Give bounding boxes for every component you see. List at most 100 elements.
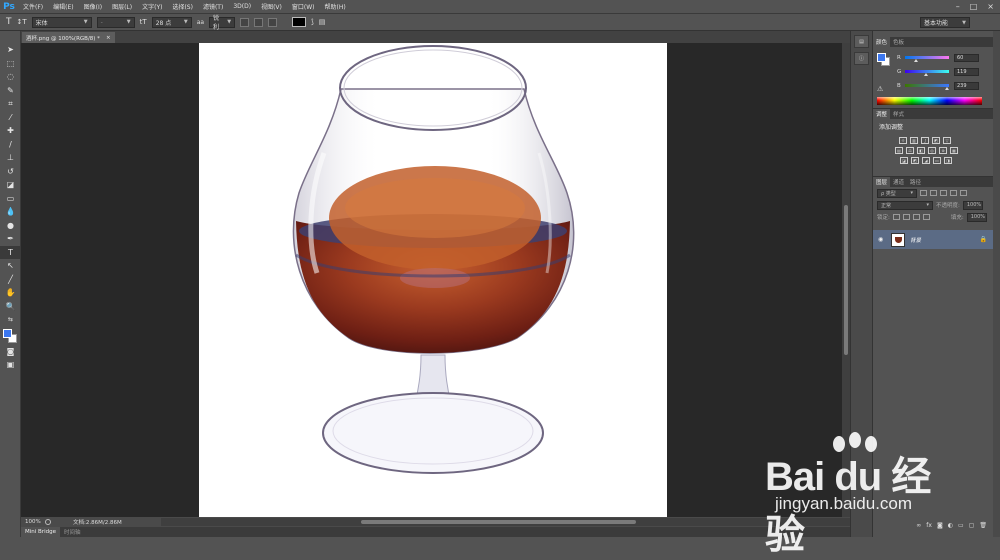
- menu-image[interactable]: 图像(I): [79, 2, 107, 11]
- font-style-select[interactable]: - ▼: [96, 16, 135, 28]
- canvas-area[interactable]: [21, 43, 842, 517]
- tab-styles[interactable]: 样式: [890, 109, 907, 119]
- color-balance-icon[interactable]: ⚖: [906, 147, 914, 154]
- minimize-button[interactable]: –: [956, 2, 960, 11]
- document-canvas[interactable]: [199, 43, 667, 517]
- crop-tool-icon[interactable]: ⌗: [0, 97, 21, 111]
- eraser-tool-icon[interactable]: ◪: [0, 178, 21, 192]
- color-lookup-icon[interactable]: ▦: [950, 147, 958, 154]
- blue-slider[interactable]: [905, 84, 949, 90]
- red-slider[interactable]: [905, 56, 949, 62]
- move-tool-icon[interactable]: ➤: [0, 43, 21, 57]
- type-tool-preset-icon[interactable]: T: [6, 17, 12, 27]
- photo-filter-icon[interactable]: ◎: [928, 147, 936, 154]
- dodge-tool-icon[interactable]: ●: [0, 219, 21, 233]
- blue-slider-knob[interactable]: [945, 87, 949, 90]
- type-tool-icon[interactable]: T: [0, 245, 21, 259]
- swap-colors-icon[interactable]: ⇆: [0, 313, 21, 327]
- healing-brush-tool-icon[interactable]: ✚: [0, 124, 21, 138]
- hue-saturation-icon[interactable]: ▤: [895, 147, 903, 154]
- workspace-select[interactable]: 基本功能 ▼: [920, 17, 970, 28]
- align-right-button[interactable]: [268, 17, 278, 27]
- filter-type-icon[interactable]: [940, 190, 947, 196]
- vibrance-icon[interactable]: ▽: [943, 137, 951, 144]
- filter-adjustment-icon[interactable]: [930, 190, 937, 196]
- align-center-button[interactable]: [254, 17, 264, 27]
- filter-smart-object-icon[interactable]: [960, 190, 967, 196]
- new-layer-icon[interactable]: ▢: [969, 522, 975, 532]
- green-slider-knob[interactable]: [924, 73, 928, 76]
- lock-all-icon[interactable]: [922, 214, 930, 220]
- menu-filter[interactable]: 滤镜(T): [198, 2, 228, 11]
- lock-image-icon[interactable]: [902, 214, 910, 220]
- menu-window[interactable]: 窗口(W): [287, 2, 320, 11]
- opacity-input[interactable]: 100%: [962, 200, 983, 210]
- tab-close-icon[interactable]: ×: [106, 35, 111, 41]
- menu-view[interactable]: 视图(V): [256, 2, 287, 11]
- warp-text-icon[interactable]: ⟆: [311, 18, 314, 26]
- character-panel-icon[interactable]: ▤: [319, 18, 326, 26]
- tab-color[interactable]: 颜色: [873, 37, 891, 47]
- properties-panel-icon[interactable]: ⓘ: [854, 52, 869, 65]
- exposure-icon[interactable]: ◩: [932, 137, 940, 144]
- horizontal-scroll-thumb[interactable]: [361, 520, 636, 524]
- menu-layer[interactable]: 图层(L): [107, 2, 137, 11]
- foreground-color-swatch[interactable]: [3, 328, 12, 338]
- layer-row-background[interactable]: ◉ 背景 🔒: [873, 230, 993, 249]
- layer-name[interactable]: 背景: [910, 236, 975, 244]
- brightness-contrast-icon[interactable]: ☼: [899, 137, 907, 144]
- layer-filter-select[interactable]: ρ 类型 ▾: [877, 188, 917, 198]
- delete-layer-icon[interactable]: 🗑: [979, 522, 987, 532]
- selective-color-icon[interactable]: ◨: [944, 157, 952, 164]
- gradient-map-icon[interactable]: ▭: [933, 157, 941, 164]
- history-panel-icon[interactable]: ▤: [854, 35, 869, 48]
- filter-shape-icon[interactable]: [950, 190, 957, 196]
- blur-tool-icon[interactable]: 💧: [0, 205, 21, 219]
- green-value-input[interactable]: 119: [954, 67, 979, 76]
- zoom-level[interactable]: 100%: [21, 519, 45, 525]
- close-button[interactable]: ×: [987, 2, 994, 11]
- posterize-icon[interactable]: ◩: [911, 157, 919, 164]
- blue-value-input[interactable]: 239: [954, 81, 979, 90]
- font-family-select[interactable]: 宋体 ▼: [31, 16, 92, 28]
- threshold-icon[interactable]: ◢: [922, 157, 930, 164]
- maximize-button[interactable]: □: [970, 2, 978, 11]
- font-size-select[interactable]: 28 点 ▼: [151, 16, 192, 28]
- menu-select[interactable]: 选择(S): [167, 2, 198, 11]
- channel-mixer-icon[interactable]: ⊛: [939, 147, 947, 154]
- curves-icon[interactable]: ∫: [921, 137, 929, 144]
- tab-layers[interactable]: 图层: [873, 177, 891, 187]
- menu-3d[interactable]: 3D(D): [228, 3, 256, 10]
- black-white-icon[interactable]: ◧: [917, 147, 925, 154]
- quick-select-tool-icon[interactable]: ✎: [0, 84, 21, 98]
- out-of-gamut-warning-icon[interactable]: ⚠: [877, 85, 883, 93]
- levels-icon[interactable]: ▥: [910, 137, 918, 144]
- tab-swatches[interactable]: 色板: [890, 37, 907, 47]
- menu-type[interactable]: 文字(Y): [137, 2, 167, 11]
- align-left-button[interactable]: [240, 17, 250, 27]
- document-tab[interactable]: 酒杯.png @ 100%(RGB/8) * ×: [22, 32, 115, 43]
- history-brush-tool-icon[interactable]: ↺: [0, 165, 21, 179]
- text-color-swatch[interactable]: [292, 17, 307, 27]
- color-spectrum-ramp[interactable]: [877, 97, 982, 105]
- panel-scrollbar[interactable]: [993, 31, 1000, 537]
- clone-stamp-tool-icon[interactable]: ⊥: [0, 151, 21, 165]
- tab-adjustments[interactable]: 调整: [873, 109, 891, 119]
- menu-edit[interactable]: 编辑(E): [48, 2, 78, 11]
- blend-mode-select[interactable]: 正常 ▾: [877, 200, 933, 210]
- text-orientation-icon[interactable]: ↕T: [17, 18, 27, 26]
- horizontal-scrollbar[interactable]: [161, 518, 851, 526]
- lock-transparent-icon[interactable]: [892, 214, 900, 220]
- menu-help[interactable]: 帮助(H): [320, 2, 351, 11]
- antialias-select[interactable]: 锐利 ▼: [209, 15, 236, 31]
- brush-tool-icon[interactable]: /: [0, 138, 21, 152]
- tab-mini-bridge[interactable]: Mini Bridge: [21, 527, 60, 537]
- eye-icon[interactable]: ◉: [878, 236, 886, 243]
- invert-icon[interactable]: ◪: [900, 157, 908, 164]
- gradient-tool-icon[interactable]: ▭: [0, 192, 21, 206]
- lock-position-icon[interactable]: [912, 214, 920, 220]
- line-tool-icon[interactable]: ╱: [0, 273, 21, 287]
- quick-mask-icon[interactable]: ◙: [0, 345, 21, 359]
- filter-pixel-icon[interactable]: [920, 190, 927, 196]
- fill-input[interactable]: 100%: [966, 212, 987, 222]
